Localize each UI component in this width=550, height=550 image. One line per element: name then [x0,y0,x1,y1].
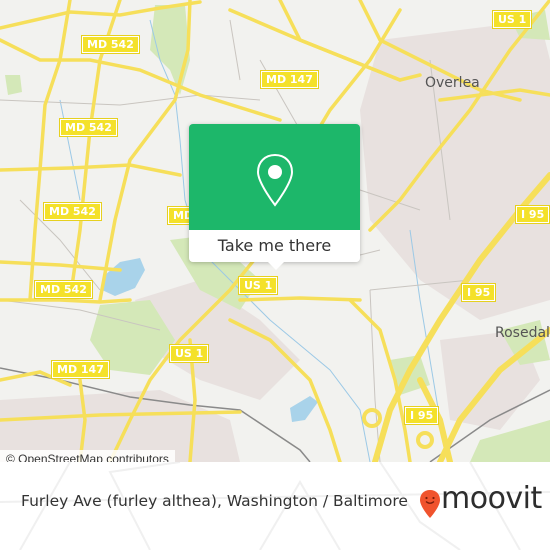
route-shield-md147: MD 147 [51,360,110,379]
location-popup[interactable]: Take me there [189,124,360,270]
route-shield-md542: MD 542 [59,118,118,137]
moovit-wordmark: moovit [441,481,542,516]
map-view[interactable]: Overlea Rosedale MD 542 MD 542 MD 542 MD… [0,0,550,462]
route-shield-i95: I 95 [403,406,440,425]
route-shield-md147: MD 147 [260,70,319,89]
route-shield-i95: I 95 [460,283,497,302]
take-me-there-button[interactable]: Take me there [189,230,360,262]
route-shield-us1: US 1 [168,344,210,363]
route-shield-md542: MD 542 [81,35,140,54]
route-shield-md542: MD 542 [43,202,102,221]
popup-header [189,124,360,230]
location-pin-icon [256,153,294,207]
route-shield-us1: US 1 [491,10,533,29]
popup-pointer [267,261,285,270]
route-shield-i95: I 95 [514,205,550,224]
footer-bar: Furley Ave (furley althea), Washington /… [0,462,550,550]
route-shield-md542: MD 542 [34,280,93,299]
location-title: Furley Ave (furley althea), Washington /… [21,492,408,510]
place-label-overlea: Overlea [425,75,480,91]
place-label-rosedale: Rosedale [495,325,550,341]
route-shield-us1: US 1 [237,276,279,295]
moovit-pin-smile-icon [420,490,440,518]
